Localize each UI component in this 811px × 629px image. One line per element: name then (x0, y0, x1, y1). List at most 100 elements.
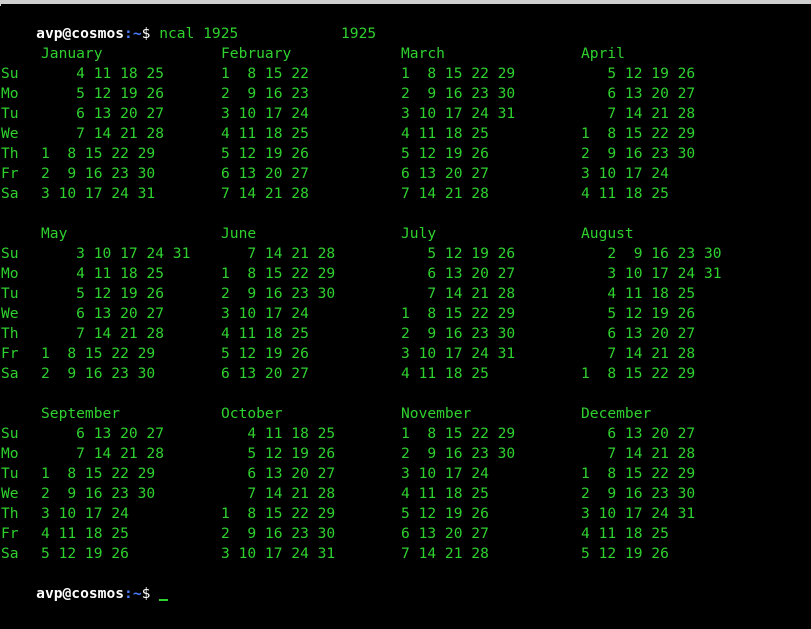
prompt-user-host: avp@cosmos (36, 585, 125, 602)
weekday-line: Fr 1 8 15 22 29 5 12 19 26 3 10 17 24 31 7 … (1, 344, 811, 364)
weekday-label: Th (1, 325, 19, 342)
day-numbers: 4 11 18 25 (221, 325, 309, 342)
day-numbers: 4 11 18 25 (401, 125, 516, 142)
month-name: March (401, 45, 445, 62)
weekday-label: Fr (1, 345, 19, 362)
day-numbers: 7 14 21 28 (401, 545, 489, 562)
day-numbers: 6 13 20 27 (581, 425, 696, 442)
command-line: avp@cosmos:~$ ncal 1925 (1, 4, 811, 42)
day-numbers: 5 12 19 26 (581, 545, 669, 562)
month-header-row: May June July August (1, 224, 811, 244)
weekday-label: Su (1, 245, 19, 262)
day-numbers: 6 13 20 27 (581, 85, 696, 102)
weekday-label: Fr (1, 525, 19, 542)
day-numbers: 4 11 18 25 (221, 425, 336, 442)
day-numbers: 7 14 21 28 (221, 185, 336, 202)
day-numbers: 7 14 21 28 (221, 245, 336, 262)
weekday-line: We 7 14 21 28 4 11 18 25 4 11 18 25 1 8 1… (1, 124, 811, 144)
day-numbers: 7 14 21 28 (581, 105, 696, 122)
month-name: October (221, 405, 283, 422)
day-numbers: 5 12 19 26 (41, 545, 129, 562)
month-name: May (41, 225, 68, 242)
day-numbers: 5 12 19 26 (581, 65, 696, 82)
prompt-sign: $ (141, 585, 151, 602)
year-header: 1925 (1, 24, 811, 44)
weekday-label: Sa (1, 545, 19, 562)
month-name: December (581, 405, 652, 422)
weekday-line: Sa 2 9 16 23 30 6 13 20 27 4 11 18 25 1 8 15… (1, 364, 811, 384)
day-numbers: 5 12 19 26 (41, 85, 165, 102)
weekday-label: Sa (1, 365, 19, 382)
day-numbers: 2 9 16 23 30 (401, 85, 516, 102)
weekday-line: Sa 3 10 17 24 31 7 14 21 28 7 14 21 28 4 1… (1, 184, 811, 204)
weekday-line: Su 6 13 20 27 4 11 18 25 1 8 15 22 29 6 1… (1, 424, 811, 444)
day-numbers: 7 14 21 28 (41, 445, 165, 462)
weekday-label: Mo (1, 85, 19, 102)
weekday-label: Mo (1, 445, 19, 462)
day-numbers: 1 8 15 22 (221, 65, 336, 82)
weekday-line: Th 1 8 15 22 29 5 12 19 26 5 12 19 26 2 9 … (1, 144, 811, 164)
day-numbers: 7 14 21 28 (581, 345, 696, 362)
day-numbers: 3 10 17 24 31 (581, 505, 696, 522)
day-numbers: 4 11 18 25 (581, 525, 669, 542)
weekday-line: Sa 5 12 19 26 3 10 17 24 31 7 14 21 28 5 12 … (1, 544, 811, 564)
weekday-line: Mo 5 12 19 26 2 9 16 23 2 9 16 23 30 6 13… (1, 84, 811, 104)
day-numbers: 1 8 15 22 29 (581, 125, 696, 142)
day-numbers: 1 8 15 22 29 (581, 365, 696, 382)
weekday-label: Tu (1, 465, 19, 482)
prompt-line[interactable]: avp@cosmos:~$ (1, 564, 811, 602)
day-numbers: 6 13 20 27 (401, 265, 516, 282)
weekday-label: Th (1, 145, 19, 162)
day-numbers: 6 13 20 27 (581, 325, 696, 342)
weekday-line: Tu 5 12 19 26 2 9 16 23 30 7 14 21 28 4 1… (1, 284, 811, 304)
prompt-path: :~ (124, 585, 142, 602)
weekday-label: Fr (1, 165, 19, 182)
day-numbers: 6 13 20 27 (401, 525, 489, 542)
day-numbers: 7 14 21 28 (41, 325, 165, 342)
weekday-line: Th 7 14 21 28 4 11 18 25 2 9 16 23 30 6 13… (1, 324, 811, 344)
day-numbers: 6 13 20 27 (221, 465, 336, 482)
month-name: November (401, 405, 472, 422)
day-numbers: 1 8 15 22 29 (401, 65, 516, 82)
month-name: June (221, 225, 257, 242)
day-numbers: 2 9 16 23 30 (41, 165, 156, 182)
day-numbers: 6 13 20 27 (41, 425, 165, 442)
day-numbers: 3 10 17 24 31 (41, 245, 191, 262)
weekday-line: We 2 9 16 23 30 7 14 21 28 4 11 18 25 2 9 1… (1, 484, 811, 504)
day-numbers: 7 14 21 28 (581, 445, 696, 462)
day-numbers: 6 13 20 27 (41, 105, 165, 122)
day-numbers: 1 8 15 22 29 (401, 425, 516, 442)
day-numbers: 3 10 17 24 31 (401, 345, 516, 362)
year-label: 1925 (341, 25, 377, 42)
day-numbers: 3 10 17 24 (401, 465, 489, 482)
day-numbers: 1 8 15 22 29 (41, 145, 156, 162)
day-numbers: 2 9 16 23 30 (401, 445, 516, 462)
day-numbers: 3 10 17 24 (41, 505, 129, 522)
day-numbers: 3 10 17 24 31 (221, 545, 336, 562)
day-numbers: 1 8 15 22 29 (221, 505, 336, 522)
day-numbers: 7 14 21 28 (221, 485, 336, 502)
weekday-label: Su (1, 425, 19, 442)
day-numbers: 1 8 15 22 29 (41, 345, 156, 362)
day-numbers: 2 9 16 23 30 (401, 325, 516, 342)
day-numbers: 5 12 19 26 (401, 145, 516, 162)
day-numbers: 3 10 17 24 31 (581, 265, 722, 282)
day-numbers: 6 13 20 27 (221, 365, 309, 382)
day-numbers: 5 12 19 26 (41, 285, 165, 302)
weekday-label: Th (1, 505, 19, 522)
day-numbers: 4 11 18 25 (41, 525, 129, 542)
day-numbers: 7 14 21 28 (401, 285, 516, 302)
weekday-label: Su (1, 65, 19, 82)
calendar-grid: January February March April Su 4 11 18 25 1 … (1, 44, 811, 564)
day-numbers: 2 9 16 23 30 (41, 485, 156, 502)
day-numbers: 3 10 17 24 31 (401, 105, 516, 122)
day-numbers: 5 12 19 26 (221, 345, 309, 362)
day-numbers: 3 10 17 24 (221, 105, 336, 122)
day-numbers: 2 9 16 23 (221, 85, 336, 102)
month-name: September (41, 405, 121, 422)
day-numbers: 5 12 19 26 (221, 145, 336, 162)
weekday-line: Su 4 11 18 25 1 8 15 22 1 8 15 22 29 5 12… (1, 64, 811, 84)
month-name: August (581, 225, 634, 242)
terminal-window[interactable]: avp@cosmos:~$ ncal 1925 1925 January Febr… (1, 4, 811, 629)
